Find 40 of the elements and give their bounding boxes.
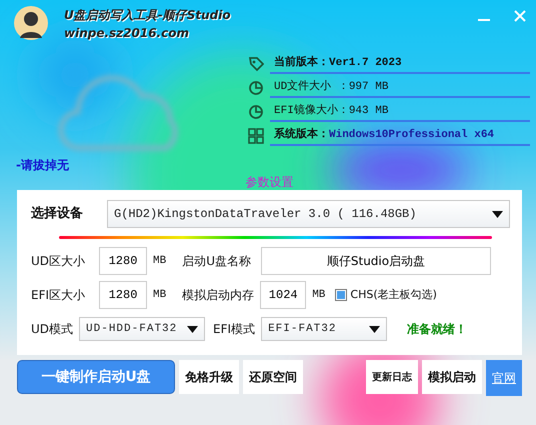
- action-button[interactable]: 更新日志: [366, 360, 418, 394]
- mode-dropdown[interactable]: EFI-FAT32: [261, 317, 388, 341]
- unit-text: MB: [153, 288, 166, 303]
- checkbox[interactable]: [335, 289, 348, 301]
- action-button[interactable]: 还原空间: [243, 360, 303, 394]
- tag-icon: [248, 56, 264, 72]
- action-button[interactable]: 免格升级: [179, 360, 239, 394]
- input-field[interactable]: 顺仔Studio启动盘: [261, 247, 491, 275]
- unit-text: MB: [153, 254, 166, 269]
- pie-chart-icon: [248, 80, 264, 96]
- field-label: UD区大小: [31, 253, 86, 270]
- field-label: UD模式: [31, 321, 74, 338]
- checkbox-label: CHS(老主板勾选): [350, 286, 437, 303]
- info-text: EFI镜像大小：943 MB: [270, 102, 530, 122]
- action-button[interactable]: 模拟启动: [422, 360, 482, 394]
- input-field[interactable]: 1280: [99, 247, 147, 275]
- grid-icon: [248, 128, 264, 144]
- info-text: 系统版本：Windows10Professional x64: [270, 126, 530, 146]
- caret-icon: [187, 326, 198, 332]
- mode-dropdown[interactable]: UD-HDD-FAT32: [79, 317, 206, 341]
- input-field[interactable]: 1280: [99, 281, 147, 309]
- device-dropdown[interactable]: G(HD2)KingstonDataTraveler 3.0 ( 116.48GB): [107, 200, 510, 228]
- field-label: EFI模式: [213, 321, 256, 338]
- field-label: 模拟启动内存: [182, 287, 254, 304]
- pie-chart-icon: [248, 104, 264, 120]
- website-url: winpe.sz2016.com: [64, 25, 190, 42]
- caret-icon: [369, 326, 380, 332]
- caret-icon: [492, 210, 503, 218]
- unit-text: MB: [312, 288, 326, 303]
- notice-text: -请拔掉无: [16, 158, 69, 172]
- panel-title: 参数设置: [246, 175, 294, 189]
- device-label: 选择设备: [31, 205, 84, 224]
- window-title: U盘启动写入工具-顺仔Studio: [64, 7, 231, 24]
- info-text: 当前版本：Ver1.7 2023: [270, 54, 530, 74]
- field-label: EFI区大小: [31, 287, 86, 304]
- field-label: 启动U盘名称: [182, 253, 251, 270]
- close-icon[interactable]: [514, 10, 526, 22]
- status-text: 准备就绪！: [407, 321, 468, 338]
- info-text: UD文件大小 ：997 MB: [270, 78, 530, 98]
- input-field[interactable]: 1024: [260, 281, 306, 309]
